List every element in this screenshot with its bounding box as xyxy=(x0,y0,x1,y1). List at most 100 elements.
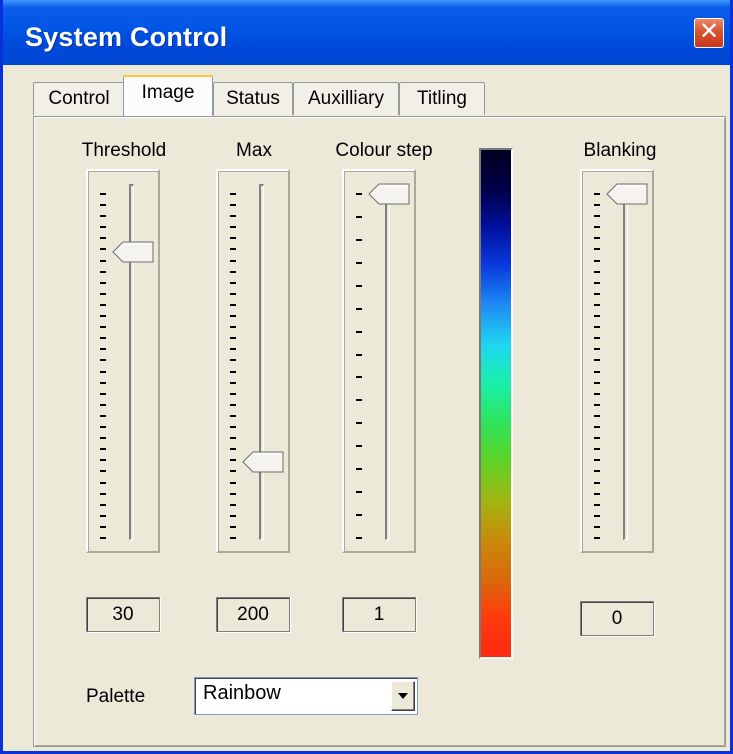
slider-tick xyxy=(594,514,600,517)
tab-label: Titling xyxy=(417,88,467,109)
dropdown-arrow-button[interactable] xyxy=(391,681,415,711)
slider-tick xyxy=(594,448,600,451)
slider-tick xyxy=(594,303,600,306)
slider-tick xyxy=(100,270,106,273)
blanking-slider[interactable] xyxy=(580,169,654,553)
tab-label: Auxilliary xyxy=(307,88,385,109)
tab-label: Status xyxy=(226,88,280,109)
slider-tick xyxy=(100,259,106,262)
slider-tick xyxy=(100,193,106,195)
slider-tick xyxy=(356,215,362,218)
slider-tick xyxy=(230,414,236,417)
slider-tick xyxy=(100,370,106,373)
slider-tick xyxy=(594,537,600,539)
slider-tick xyxy=(100,248,106,251)
slider-tick xyxy=(100,348,106,351)
slider-tick xyxy=(100,525,106,528)
slider-tick xyxy=(594,437,600,440)
slider-tick xyxy=(230,492,236,495)
slider-channel xyxy=(259,184,264,540)
slider-tick xyxy=(100,426,106,429)
slider-tick xyxy=(230,481,236,484)
dialog-client-area: Control Image Status Auxilliary Titling … xyxy=(3,65,730,751)
slider-tick xyxy=(230,303,236,306)
slider-tick xyxy=(230,459,236,462)
slider-tick xyxy=(230,359,236,362)
tab-status[interactable]: Status xyxy=(213,82,293,115)
slider-tick xyxy=(100,470,106,473)
slider-tick xyxy=(100,437,106,440)
slider-tick xyxy=(230,470,236,473)
slider-thumb[interactable] xyxy=(112,241,154,263)
close-button[interactable]: ✕ xyxy=(694,18,724,48)
palette-dropdown[interactable]: Rainbow xyxy=(194,677,418,715)
slider-tick xyxy=(230,348,236,351)
slider-tick xyxy=(230,537,236,539)
slider-tick xyxy=(594,403,600,406)
slider-tick xyxy=(594,503,600,506)
slider-tick xyxy=(230,193,236,195)
slider-tick xyxy=(594,292,600,295)
slider-tick xyxy=(100,481,106,484)
slider-thumb[interactable] xyxy=(242,451,284,473)
slider-tick xyxy=(594,337,600,340)
slider-tick xyxy=(100,204,106,207)
slider-tick xyxy=(100,226,106,229)
slider-tick xyxy=(100,337,106,340)
slider-tick xyxy=(356,284,362,287)
slider-tick xyxy=(230,337,236,340)
title-bar[interactable]: System Control ✕ xyxy=(3,0,730,65)
max-slider[interactable] xyxy=(216,169,290,553)
slider-channel xyxy=(385,184,390,540)
slider-tick xyxy=(100,315,106,318)
slider-tick xyxy=(100,403,106,406)
slider-thumb[interactable] xyxy=(606,183,648,205)
slider-tick xyxy=(356,537,362,539)
slider-tick xyxy=(356,445,362,448)
threshold-label: Threshold xyxy=(81,140,167,161)
slider-tick xyxy=(230,215,236,218)
slider-tick xyxy=(594,414,600,417)
slider-tick xyxy=(230,392,236,395)
tab-auxilliary[interactable]: Auxilliary xyxy=(293,82,399,115)
slider-thumb[interactable] xyxy=(368,183,410,205)
slider-tick xyxy=(230,315,236,318)
slider-tick xyxy=(100,503,106,506)
slider-tick xyxy=(356,514,362,517)
tab-control[interactable]: Control xyxy=(33,82,125,115)
colorbar-gradient xyxy=(481,150,511,657)
slider-tick xyxy=(100,537,106,539)
slider-tick xyxy=(230,503,236,506)
slider-tick xyxy=(100,514,106,517)
blanking-label: Blanking xyxy=(583,140,657,161)
slider-tick xyxy=(594,470,600,473)
tab-image[interactable]: Image xyxy=(123,75,213,116)
slider-tick xyxy=(594,215,600,218)
slider-tick xyxy=(594,259,600,262)
tab-titling[interactable]: Titling xyxy=(399,82,485,115)
system-control-window: System Control ✕ Control Image Status Au… xyxy=(0,0,733,754)
slider-tick xyxy=(100,359,106,362)
slider-tick xyxy=(100,392,106,395)
slider-tick xyxy=(594,492,600,495)
slider-tick xyxy=(230,370,236,373)
slider-tick xyxy=(356,353,362,356)
slider-tick xyxy=(100,414,106,417)
slider-tick xyxy=(356,468,362,471)
slider-tick xyxy=(230,514,236,517)
slider-tick xyxy=(230,292,236,295)
threshold-slider[interactable] xyxy=(86,169,160,553)
slider-tick xyxy=(230,381,236,384)
colour-step-value: 1 xyxy=(342,597,416,632)
colour-step-slider[interactable] xyxy=(342,169,416,553)
slider-tick xyxy=(100,303,106,306)
slider-tick xyxy=(356,399,362,402)
slider-tick xyxy=(100,237,106,240)
threshold-value: 30 xyxy=(86,597,160,632)
slider-tick xyxy=(100,215,106,218)
slider-tick xyxy=(594,226,600,229)
slider-tick xyxy=(594,270,600,273)
slider-tick xyxy=(594,370,600,373)
slider-tick xyxy=(356,422,362,425)
slider-tick xyxy=(594,315,600,318)
